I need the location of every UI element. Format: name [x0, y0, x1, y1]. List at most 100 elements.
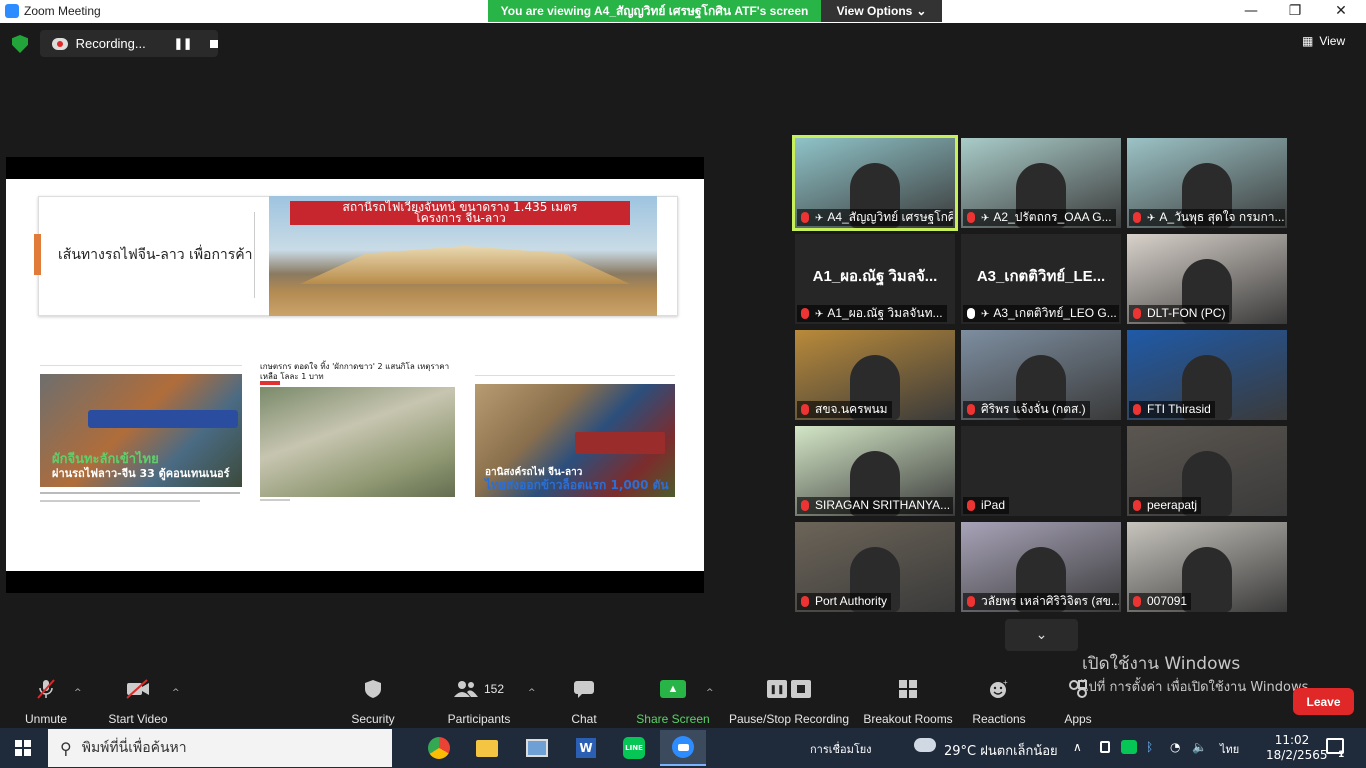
- participant-name: A3_เกตติวิทย์_LEO G...: [993, 306, 1117, 320]
- share-options-caret[interactable]: ^: [706, 688, 714, 698]
- participant-tile[interactable]: ศิริพร แจ้งจั่น (กตส.): [961, 330, 1121, 420]
- participant-tile[interactable]: ✈ A_วันพุธ สุดใจ กรมกา...: [1127, 138, 1287, 228]
- participant-tile[interactable]: peerapatj: [1127, 426, 1287, 516]
- participant-tile[interactable]: Port Authority: [795, 522, 955, 612]
- participant-name-label: SIRAGAN SRITHANYA...: [797, 497, 953, 514]
- participant-tile[interactable]: ✈ A4_สัญญวิทย์ เศรษฐโกศิ...: [792, 135, 958, 231]
- participant-tile[interactable]: DLT-FON (PC): [1127, 234, 1287, 324]
- stop-recording-icon[interactable]: [210, 39, 218, 48]
- participant-tile[interactable]: iPad: [961, 426, 1121, 516]
- pause-stop-recording-button[interactable]: ❚❚ Pause/Stop Recording: [728, 678, 850, 726]
- participant-tile[interactable]: 007091: [1127, 522, 1287, 612]
- wifi-icon[interactable]: ◔: [1170, 740, 1180, 754]
- line-tray-icon[interactable]: [1121, 740, 1137, 754]
- mic-icon: [967, 308, 975, 319]
- muted-mic-icon: [801, 596, 809, 607]
- news3-headline: ไทยส่งออกข้าวล็อตแรก 1,000 ตัน: [485, 478, 669, 492]
- chat-label: Chat: [571, 712, 597, 726]
- participant-name-label: ✈ A3_เกตติวิทย์_LEO G...: [963, 305, 1119, 322]
- participant-name: สขจ.นครพนม: [815, 402, 888, 416]
- spotlight-pin-icon: ✈: [815, 213, 824, 224]
- chrome-app-icon[interactable]: [416, 730, 462, 766]
- muted-mic-icon: [801, 500, 809, 511]
- word-app-icon[interactable]: W: [563, 730, 609, 766]
- participant-tile[interactable]: วลัยพร เหล่าศิริวิจิตร (สข...: [961, 522, 1121, 612]
- leave-meeting-button[interactable]: Leave: [1293, 688, 1354, 715]
- device-icon[interactable]: [1100, 741, 1110, 753]
- unmute-button[interactable]: Unmute: [20, 678, 72, 726]
- notification-count: 1: [1338, 750, 1345, 760]
- slide-divider: [254, 212, 255, 298]
- more-participants-button[interactable]: ⌄: [1005, 619, 1078, 651]
- line-app-icon[interactable]: LINE: [611, 730, 657, 766]
- participant-tile[interactable]: A1_ผอ.ณัฐ วิมลจั... ✈ A1_ผอ.ณัฐ วิมลจันท..…: [795, 234, 955, 324]
- news2-photo: [260, 387, 455, 497]
- participant-tile[interactable]: SIRAGAN SRITHANYA...: [795, 426, 955, 516]
- participant-name: iPad: [981, 498, 1006, 512]
- participant-name-display: A3_เกตติวิทย์_LE...: [976, 268, 1106, 285]
- participants-options-caret[interactable]: ^: [528, 688, 536, 698]
- spotlight-pin-icon: ✈: [815, 309, 824, 320]
- view-layout-button[interactable]: ▦ View: [1302, 34, 1345, 48]
- breakout-rooms-label: Breakout Rooms: [863, 712, 953, 726]
- participants-button[interactable]: 152 Participants: [446, 678, 512, 726]
- apps-button[interactable]: Apps: [1058, 678, 1098, 726]
- video-off-icon: [125, 678, 151, 700]
- breakout-rooms-button[interactable]: Breakout Rooms: [862, 678, 954, 726]
- share-screen-icon: ▲: [660, 678, 686, 700]
- muted-mic-icon: [1133, 308, 1141, 319]
- show-hidden-icons-chevron[interactable]: ∧: [1073, 740, 1082, 754]
- reactions-button[interactable]: + Reactions: [970, 678, 1028, 726]
- taskbar-clock[interactable]: 11:02 18/2/2565: [1266, 733, 1328, 763]
- participant-name-label: ศิริพร แจ้งจั่น (กตส.): [963, 401, 1090, 418]
- participant-name: A1_ผอ.ณัฐ วิมลจันท...: [827, 306, 943, 320]
- taskbar-search-box[interactable]: ⚲ พิมพ์ที่นี่เพื่อค้นหา: [48, 729, 392, 767]
- participant-tile[interactable]: A3_เกตติวิทย์_LE... ✈ A3_เกตติวิทย์_LEO G.…: [961, 234, 1121, 324]
- network-label: การเชื่อมโยง: [810, 743, 872, 756]
- chat-button[interactable]: Chat: [566, 678, 602, 726]
- participant-name-label: สขจ.นครพนม: [797, 401, 892, 418]
- station-banner: สถานีรถไฟเวียงจันทน์ ขนาดราง 1.435 เมตร …: [290, 201, 630, 225]
- photos-app-icon[interactable]: [514, 730, 560, 766]
- participant-name: 007091: [1147, 594, 1188, 608]
- svg-text:+: +: [1003, 679, 1008, 687]
- participant-name-label: ✈ A1_ผอ.ณัฐ วิมลจันท...: [797, 305, 947, 322]
- share-screen-button[interactable]: ▲ Share Screen: [636, 678, 710, 726]
- participant-tile[interactable]: FTI Thirasid: [1127, 330, 1287, 420]
- cloud-rain-icon: [914, 738, 936, 752]
- audio-options-caret[interactable]: ^: [74, 688, 82, 698]
- windows-start-icon[interactable]: [0, 728, 46, 768]
- muted-mic-icon: [967, 596, 975, 607]
- security-button[interactable]: Security: [350, 678, 396, 726]
- news1-overlay: ผักจีนทะลักเข้าไทย ผ่านรถไฟลาว-จีน 33 ตู…: [52, 453, 230, 481]
- restore-button[interactable]: ❐: [1272, 0, 1318, 22]
- recording-label: Recording...: [75, 36, 146, 51]
- zoom-taskbar-icon[interactable]: [660, 730, 706, 766]
- windows-activation-watermark: เปิดใช้งาน Windows ไปที่ การตั้งค่า เพื่…: [1082, 652, 1308, 700]
- input-language[interactable]: ไทย: [1220, 740, 1239, 758]
- view-layout-label: View: [1319, 34, 1346, 48]
- view-options-button[interactable]: View Options ⌄: [821, 0, 942, 22]
- participant-tile[interactable]: ✈ A2_ปรัตถกร_OAA G...: [961, 138, 1121, 228]
- participant-tile[interactable]: สขจ.นครพนม: [795, 330, 955, 420]
- news1-caption-line: [40, 492, 240, 494]
- muted-mic-icon: [801, 308, 809, 319]
- news1-subheadline: ผ่านรถไฟลาว-จีน 33 ตู้คอนเทนเนอร์: [52, 467, 230, 480]
- emoji-plus-icon: +: [988, 678, 1010, 700]
- zoom-app-icon: [5, 4, 19, 18]
- slide-accent-bar: [34, 234, 41, 275]
- breakout-grid-icon: [898, 678, 918, 700]
- close-window-button[interactable]: ✕: [1318, 0, 1364, 22]
- file-explorer-icon[interactable]: [464, 730, 510, 766]
- minimize-button[interactable]: —: [1228, 0, 1274, 22]
- start-video-button[interactable]: Start Video: [106, 678, 170, 726]
- participants-label: Participants: [447, 712, 511, 726]
- participant-name-label: FTI Thirasid: [1129, 401, 1215, 418]
- pause-recording-icon[interactable]: ❚❚: [174, 37, 192, 50]
- weather-widget[interactable]: 29°C ฝนตกเล็กน้อย: [944, 740, 1058, 761]
- muted-mic-icon: [801, 404, 809, 415]
- bluetooth-icon[interactable]: ᛒ: [1146, 740, 1153, 754]
- video-options-caret[interactable]: ^: [172, 688, 180, 698]
- clock-time: 11:02: [1274, 733, 1310, 747]
- speaker-icon[interactable]: 🔈: [1192, 740, 1207, 754]
